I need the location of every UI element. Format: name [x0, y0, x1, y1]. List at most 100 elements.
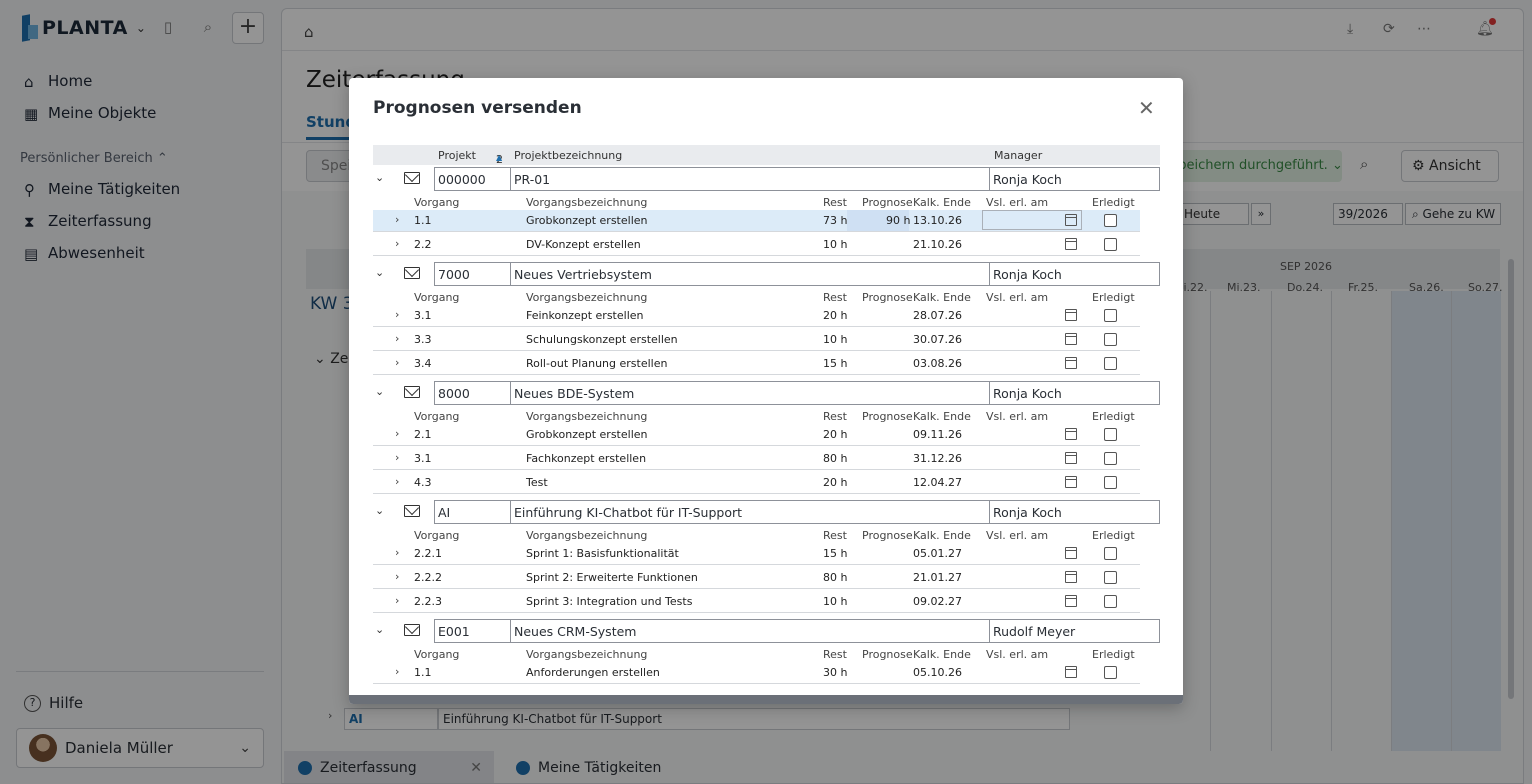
col-manager[interactable]: Manager [994, 149, 1042, 162]
task-row[interactable]: › 2.1 Grobkonzept erstellen 20 h 09.11.26 [373, 424, 1140, 446]
erledigt-checkbox[interactable] [1104, 309, 1117, 322]
task-prognose[interactable]: 90 h [886, 214, 910, 227]
calendar-icon[interactable] [1065, 357, 1077, 369]
task-rest: 10 h [823, 238, 848, 251]
project-manager[interactable]: Ronja Koch [989, 381, 1160, 405]
project-manager[interactable]: Ronja Koch [989, 262, 1160, 286]
task-name: Sprint 1: Basisfunktionalität [526, 547, 679, 560]
task-row[interactable]: › 3.3 Schulungskonzept erstellen 10 h 30.07.… [373, 329, 1140, 351]
chevron-right-icon[interactable]: › [395, 356, 399, 369]
task-number: 4.3 [414, 476, 432, 489]
erledigt-checkbox[interactable] [1104, 333, 1117, 346]
calendar-icon[interactable] [1065, 309, 1077, 321]
chevron-right-icon[interactable]: › [395, 594, 399, 607]
project-name[interactable]: PR-01 [510, 167, 990, 191]
col-bezeichnung: Vorgangsbezeichnung [526, 410, 648, 423]
project-manager[interactable]: Ronja Koch [989, 500, 1160, 524]
chevron-right-icon[interactable]: › [395, 213, 399, 226]
calendar-icon[interactable] [1065, 428, 1077, 440]
chevron-down-icon[interactable]: ⌄ [375, 266, 384, 279]
project-manager[interactable]: Rudolf Meyer [989, 619, 1160, 643]
col-kalk_ende: Kalk. Ende [913, 196, 971, 209]
erledigt-checkbox[interactable] [1104, 571, 1117, 584]
chevron-down-icon[interactable]: ⌄ [375, 171, 384, 184]
project-name[interactable]: Neues BDE-System [510, 381, 990, 405]
project-name[interactable]: Neues CRM-System [510, 619, 990, 643]
erledigt-checkbox[interactable] [1104, 357, 1117, 370]
col-bezeichnung: Vorgangsbezeichnung [526, 648, 648, 661]
col-projekt[interactable]: Projekt [438, 149, 476, 162]
col-kalk_ende: Kalk. Ende [913, 648, 971, 661]
task-row[interactable]: › 3.1 Feinkonzept erstellen 20 h 28.07.26 [373, 305, 1140, 327]
calendar-icon[interactable] [1065, 547, 1077, 559]
col-erledigt: Erledigt [1092, 410, 1135, 423]
project-row: ⌄ AI Einführung KI-Chatbot für IT-Support R… [373, 500, 1160, 524]
table-header: Projekt 2 ▲ Projektbezeichnung Manager [373, 145, 1160, 166]
mail-icon[interactable] [404, 172, 420, 184]
calendar-icon[interactable] [1065, 333, 1077, 345]
erledigt-checkbox[interactable] [1104, 238, 1117, 251]
chevron-right-icon[interactable]: › [395, 570, 399, 583]
project-name[interactable]: Einführung KI-Chatbot für IT-Support [510, 500, 990, 524]
calendar-icon[interactable] [1065, 452, 1077, 464]
mail-icon[interactable] [404, 505, 420, 517]
chevron-right-icon[interactable]: › [395, 665, 399, 678]
chevron-right-icon[interactable]: › [395, 308, 399, 321]
calendar-icon[interactable] [1065, 214, 1077, 226]
task-name: Sprint 3: Integration und Tests [526, 595, 693, 608]
task-name: Grobkonzept erstellen [526, 214, 648, 227]
task-row[interactable]: › 4.3 Test 20 h 12.04.27 [373, 472, 1140, 494]
erledigt-checkbox[interactable] [1104, 428, 1117, 441]
project-row: ⌄ 000000 PR-01 Ronja Koch [373, 167, 1160, 191]
col-projektbezeichnung[interactable]: Projektbezeichnung [514, 149, 622, 162]
chevron-right-icon[interactable]: › [395, 546, 399, 559]
chevron-down-icon[interactable]: ⌄ [375, 623, 384, 636]
chevron-right-icon[interactable]: › [395, 451, 399, 464]
project-name[interactable]: Neues Vertriebsystem [510, 262, 990, 286]
task-number: 3.4 [414, 357, 432, 370]
close-icon[interactable]: ✕ [1138, 96, 1155, 120]
chevron-right-icon[interactable]: › [395, 427, 399, 440]
chevron-right-icon[interactable]: › [395, 475, 399, 488]
task-row[interactable]: › 1.1 Anforderungen erstellen 30 h 05.10.26 [373, 662, 1140, 684]
task-row[interactable]: › 3.1 Fachkonzept erstellen 80 h 31.12.26 [373, 448, 1140, 470]
project-number[interactable]: E001 [434, 619, 511, 643]
project-number[interactable]: 7000 [434, 262, 511, 286]
task-kalk-ende: 31.12.26 [913, 452, 962, 465]
task-row[interactable]: › 2.2.2 Sprint 2: Erweiterte Funktionen 80 … [373, 567, 1140, 589]
project-manager[interactable]: Ronja Koch [989, 167, 1160, 191]
mail-icon[interactable] [404, 386, 420, 398]
erledigt-checkbox[interactable] [1104, 214, 1117, 227]
col-prognose: Prognose [862, 648, 913, 661]
calendar-icon[interactable] [1065, 238, 1077, 250]
calendar-icon[interactable] [1065, 476, 1077, 488]
scrollbar[interactable] [349, 695, 1183, 704]
erledigt-checkbox[interactable] [1104, 547, 1117, 560]
calendar-icon[interactable] [1065, 666, 1077, 678]
erledigt-checkbox[interactable] [1104, 666, 1117, 679]
project-number[interactable]: 8000 [434, 381, 511, 405]
chevron-right-icon[interactable]: › [395, 332, 399, 345]
project-number[interactable]: AI [434, 500, 511, 524]
calendar-icon[interactable] [1065, 595, 1077, 607]
erledigt-checkbox[interactable] [1104, 452, 1117, 465]
task-row[interactable]: › 2.2.1 Sprint 1: Basisfunktionalität 15 h 0… [373, 543, 1140, 565]
chevron-down-icon[interactable]: ⌄ [375, 385, 384, 398]
col-rest: Rest [823, 291, 847, 304]
chevron-down-icon[interactable]: ⌄ [375, 504, 384, 517]
task-name: Fachkonzept erstellen [526, 452, 647, 465]
erledigt-checkbox[interactable] [1104, 476, 1117, 489]
chevron-right-icon[interactable]: › [395, 237, 399, 250]
mail-icon[interactable] [404, 624, 420, 636]
task-row[interactable]: › 2.2 DV-Konzept erstellen 10 h 21.10.26 [373, 234, 1140, 256]
mail-icon[interactable] [404, 267, 420, 279]
task-rest: 10 h [823, 333, 848, 346]
erledigt-checkbox[interactable] [1104, 595, 1117, 608]
task-kalk-ende: 28.07.26 [913, 309, 962, 322]
task-row[interactable]: › 1.1 Grobkonzept erstellen 73 h 90 h 13.10.2… [373, 210, 1140, 232]
task-kalk-ende: 05.01.27 [913, 547, 962, 560]
calendar-icon[interactable] [1065, 571, 1077, 583]
project-number[interactable]: 000000 [434, 167, 511, 191]
task-row[interactable]: › 3.4 Roll-out Planung erstellen 15 h 03.08.… [373, 353, 1140, 375]
task-row[interactable]: › 2.2.3 Sprint 3: Integration und Tests 10 … [373, 591, 1140, 613]
